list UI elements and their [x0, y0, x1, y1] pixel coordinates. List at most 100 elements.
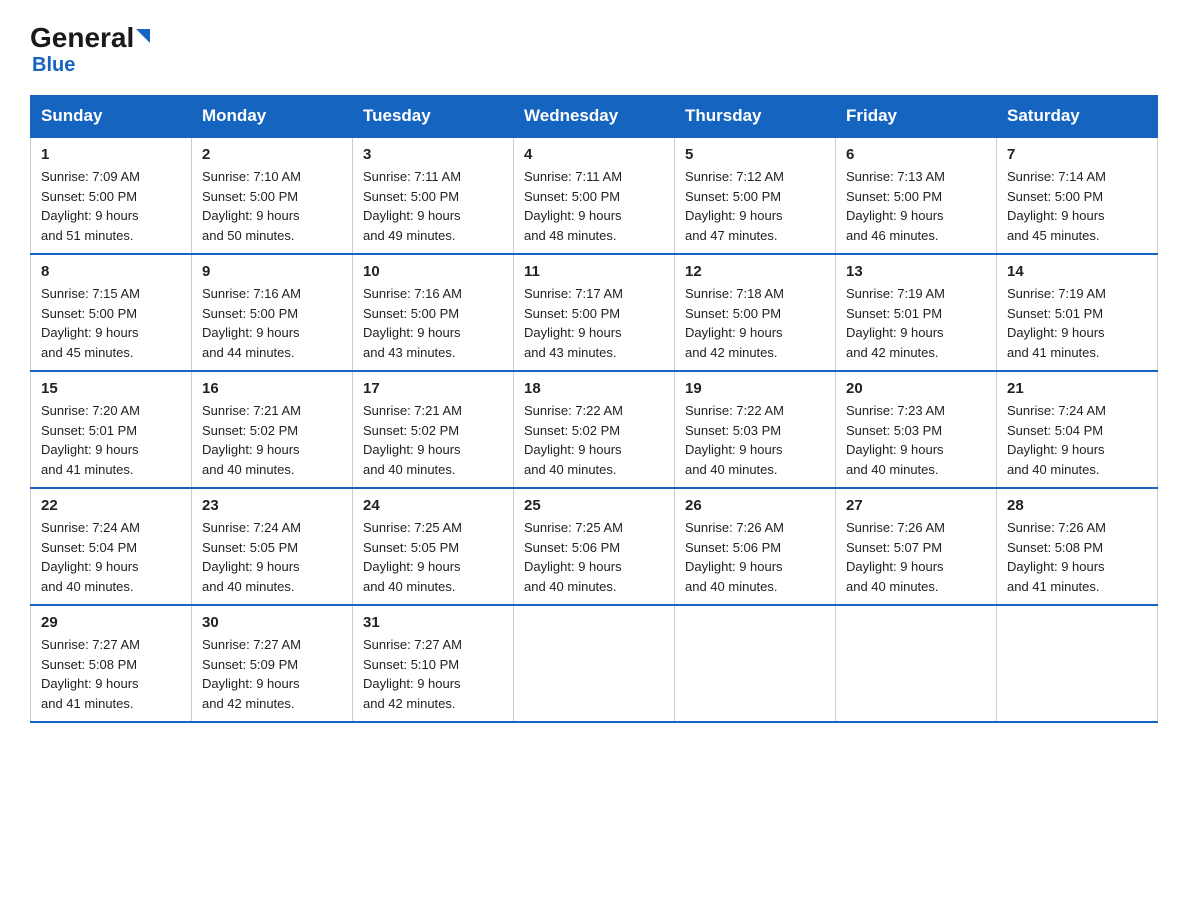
day-number: 15	[41, 380, 181, 397]
calendar-cell	[836, 605, 997, 722]
day-info: Sunrise: 7:18 AMSunset: 5:00 PMDaylight:…	[685, 284, 825, 362]
day-number: 13	[846, 263, 986, 280]
day-info: Sunrise: 7:09 AMSunset: 5:00 PMDaylight:…	[41, 167, 181, 245]
calendar-cell: 9 Sunrise: 7:16 AMSunset: 5:00 PMDayligh…	[192, 254, 353, 371]
day-info: Sunrise: 7:15 AMSunset: 5:00 PMDaylight:…	[41, 284, 181, 362]
day-number: 31	[363, 614, 503, 631]
weekday-header-saturday: Saturday	[997, 96, 1158, 138]
day-number: 22	[41, 497, 181, 514]
day-info: Sunrise: 7:26 AMSunset: 5:08 PMDaylight:…	[1007, 518, 1147, 596]
calendar-cell: 31 Sunrise: 7:27 AMSunset: 5:10 PMDaylig…	[353, 605, 514, 722]
weekday-header-wednesday: Wednesday	[514, 96, 675, 138]
calendar-cell: 18 Sunrise: 7:22 AMSunset: 5:02 PMDaylig…	[514, 371, 675, 488]
day-number: 2	[202, 146, 342, 163]
day-number: 16	[202, 380, 342, 397]
day-info: Sunrise: 7:24 AMSunset: 5:04 PMDaylight:…	[41, 518, 181, 596]
calendar-cell: 21 Sunrise: 7:24 AMSunset: 5:04 PMDaylig…	[997, 371, 1158, 488]
week-row-2: 8 Sunrise: 7:15 AMSunset: 5:00 PMDayligh…	[31, 254, 1158, 371]
day-info: Sunrise: 7:25 AMSunset: 5:05 PMDaylight:…	[363, 518, 503, 596]
day-number: 9	[202, 263, 342, 280]
day-number: 10	[363, 263, 503, 280]
day-number: 29	[41, 614, 181, 631]
page-header: General Blue	[30, 24, 1158, 77]
calendar-cell: 11 Sunrise: 7:17 AMSunset: 5:00 PMDaylig…	[514, 254, 675, 371]
calendar-cell: 26 Sunrise: 7:26 AMSunset: 5:06 PMDaylig…	[675, 488, 836, 605]
calendar-table: SundayMondayTuesdayWednesdayThursdayFrid…	[30, 95, 1158, 723]
day-info: Sunrise: 7:27 AMSunset: 5:10 PMDaylight:…	[363, 635, 503, 713]
day-info: Sunrise: 7:20 AMSunset: 5:01 PMDaylight:…	[41, 401, 181, 479]
day-info: Sunrise: 7:27 AMSunset: 5:09 PMDaylight:…	[202, 635, 342, 713]
day-info: Sunrise: 7:19 AMSunset: 5:01 PMDaylight:…	[1007, 284, 1147, 362]
day-number: 28	[1007, 497, 1147, 514]
day-number: 7	[1007, 146, 1147, 163]
calendar-cell: 24 Sunrise: 7:25 AMSunset: 5:05 PMDaylig…	[353, 488, 514, 605]
day-info: Sunrise: 7:27 AMSunset: 5:08 PMDaylight:…	[41, 635, 181, 713]
week-row-5: 29 Sunrise: 7:27 AMSunset: 5:08 PMDaylig…	[31, 605, 1158, 722]
calendar-cell	[514, 605, 675, 722]
calendar-cell: 20 Sunrise: 7:23 AMSunset: 5:03 PMDaylig…	[836, 371, 997, 488]
calendar-cell: 29 Sunrise: 7:27 AMSunset: 5:08 PMDaylig…	[31, 605, 192, 722]
day-number: 30	[202, 614, 342, 631]
calendar-cell: 8 Sunrise: 7:15 AMSunset: 5:00 PMDayligh…	[31, 254, 192, 371]
calendar-cell: 14 Sunrise: 7:19 AMSunset: 5:01 PMDaylig…	[997, 254, 1158, 371]
weekday-header-sunday: Sunday	[31, 96, 192, 138]
weekday-header-row: SundayMondayTuesdayWednesdayThursdayFrid…	[31, 96, 1158, 138]
weekday-header-thursday: Thursday	[675, 96, 836, 138]
day-info: Sunrise: 7:10 AMSunset: 5:00 PMDaylight:…	[202, 167, 342, 245]
logo-arrow-icon	[136, 29, 150, 43]
calendar-cell: 13 Sunrise: 7:19 AMSunset: 5:01 PMDaylig…	[836, 254, 997, 371]
day-number: 5	[685, 146, 825, 163]
calendar-cell: 23 Sunrise: 7:24 AMSunset: 5:05 PMDaylig…	[192, 488, 353, 605]
weekday-header-tuesday: Tuesday	[353, 96, 514, 138]
day-number: 1	[41, 146, 181, 163]
day-number: 4	[524, 146, 664, 163]
logo-blue-text: Blue	[32, 54, 75, 77]
calendar-cell	[997, 605, 1158, 722]
calendar-cell: 19 Sunrise: 7:22 AMSunset: 5:03 PMDaylig…	[675, 371, 836, 488]
calendar-cell: 16 Sunrise: 7:21 AMSunset: 5:02 PMDaylig…	[192, 371, 353, 488]
calendar-cell: 25 Sunrise: 7:25 AMSunset: 5:06 PMDaylig…	[514, 488, 675, 605]
week-row-3: 15 Sunrise: 7:20 AMSunset: 5:01 PMDaylig…	[31, 371, 1158, 488]
day-number: 27	[846, 497, 986, 514]
day-number: 17	[363, 380, 503, 397]
calendar-cell: 7 Sunrise: 7:14 AMSunset: 5:00 PMDayligh…	[997, 137, 1158, 254]
day-number: 8	[41, 263, 181, 280]
day-info: Sunrise: 7:16 AMSunset: 5:00 PMDaylight:…	[202, 284, 342, 362]
calendar-cell: 15 Sunrise: 7:20 AMSunset: 5:01 PMDaylig…	[31, 371, 192, 488]
calendar-cell: 10 Sunrise: 7:16 AMSunset: 5:00 PMDaylig…	[353, 254, 514, 371]
calendar-cell: 27 Sunrise: 7:26 AMSunset: 5:07 PMDaylig…	[836, 488, 997, 605]
day-info: Sunrise: 7:19 AMSunset: 5:01 PMDaylight:…	[846, 284, 986, 362]
day-number: 24	[363, 497, 503, 514]
calendar-cell: 22 Sunrise: 7:24 AMSunset: 5:04 PMDaylig…	[31, 488, 192, 605]
logo-general: General	[30, 22, 134, 53]
day-number: 3	[363, 146, 503, 163]
day-info: Sunrise: 7:11 AMSunset: 5:00 PMDaylight:…	[524, 167, 664, 245]
day-info: Sunrise: 7:21 AMSunset: 5:02 PMDaylight:…	[202, 401, 342, 479]
weekday-header-monday: Monday	[192, 96, 353, 138]
day-info: Sunrise: 7:13 AMSunset: 5:00 PMDaylight:…	[846, 167, 986, 245]
week-row-4: 22 Sunrise: 7:24 AMSunset: 5:04 PMDaylig…	[31, 488, 1158, 605]
day-number: 11	[524, 263, 664, 280]
day-info: Sunrise: 7:16 AMSunset: 5:00 PMDaylight:…	[363, 284, 503, 362]
logo-text: General	[30, 24, 150, 52]
day-number: 26	[685, 497, 825, 514]
day-number: 25	[524, 497, 664, 514]
weekday-header-friday: Friday	[836, 96, 997, 138]
calendar-cell: 1 Sunrise: 7:09 AMSunset: 5:00 PMDayligh…	[31, 137, 192, 254]
day-info: Sunrise: 7:11 AMSunset: 5:00 PMDaylight:…	[363, 167, 503, 245]
logo: General Blue	[30, 24, 150, 77]
calendar-cell: 17 Sunrise: 7:21 AMSunset: 5:02 PMDaylig…	[353, 371, 514, 488]
day-info: Sunrise: 7:25 AMSunset: 5:06 PMDaylight:…	[524, 518, 664, 596]
calendar-cell: 30 Sunrise: 7:27 AMSunset: 5:09 PMDaylig…	[192, 605, 353, 722]
day-info: Sunrise: 7:24 AMSunset: 5:05 PMDaylight:…	[202, 518, 342, 596]
day-number: 19	[685, 380, 825, 397]
calendar-cell: 12 Sunrise: 7:18 AMSunset: 5:00 PMDaylig…	[675, 254, 836, 371]
day-info: Sunrise: 7:21 AMSunset: 5:02 PMDaylight:…	[363, 401, 503, 479]
day-info: Sunrise: 7:12 AMSunset: 5:00 PMDaylight:…	[685, 167, 825, 245]
day-number: 21	[1007, 380, 1147, 397]
calendar-cell	[675, 605, 836, 722]
day-number: 20	[846, 380, 986, 397]
day-number: 14	[1007, 263, 1147, 280]
day-info: Sunrise: 7:22 AMSunset: 5:03 PMDaylight:…	[685, 401, 825, 479]
day-number: 12	[685, 263, 825, 280]
